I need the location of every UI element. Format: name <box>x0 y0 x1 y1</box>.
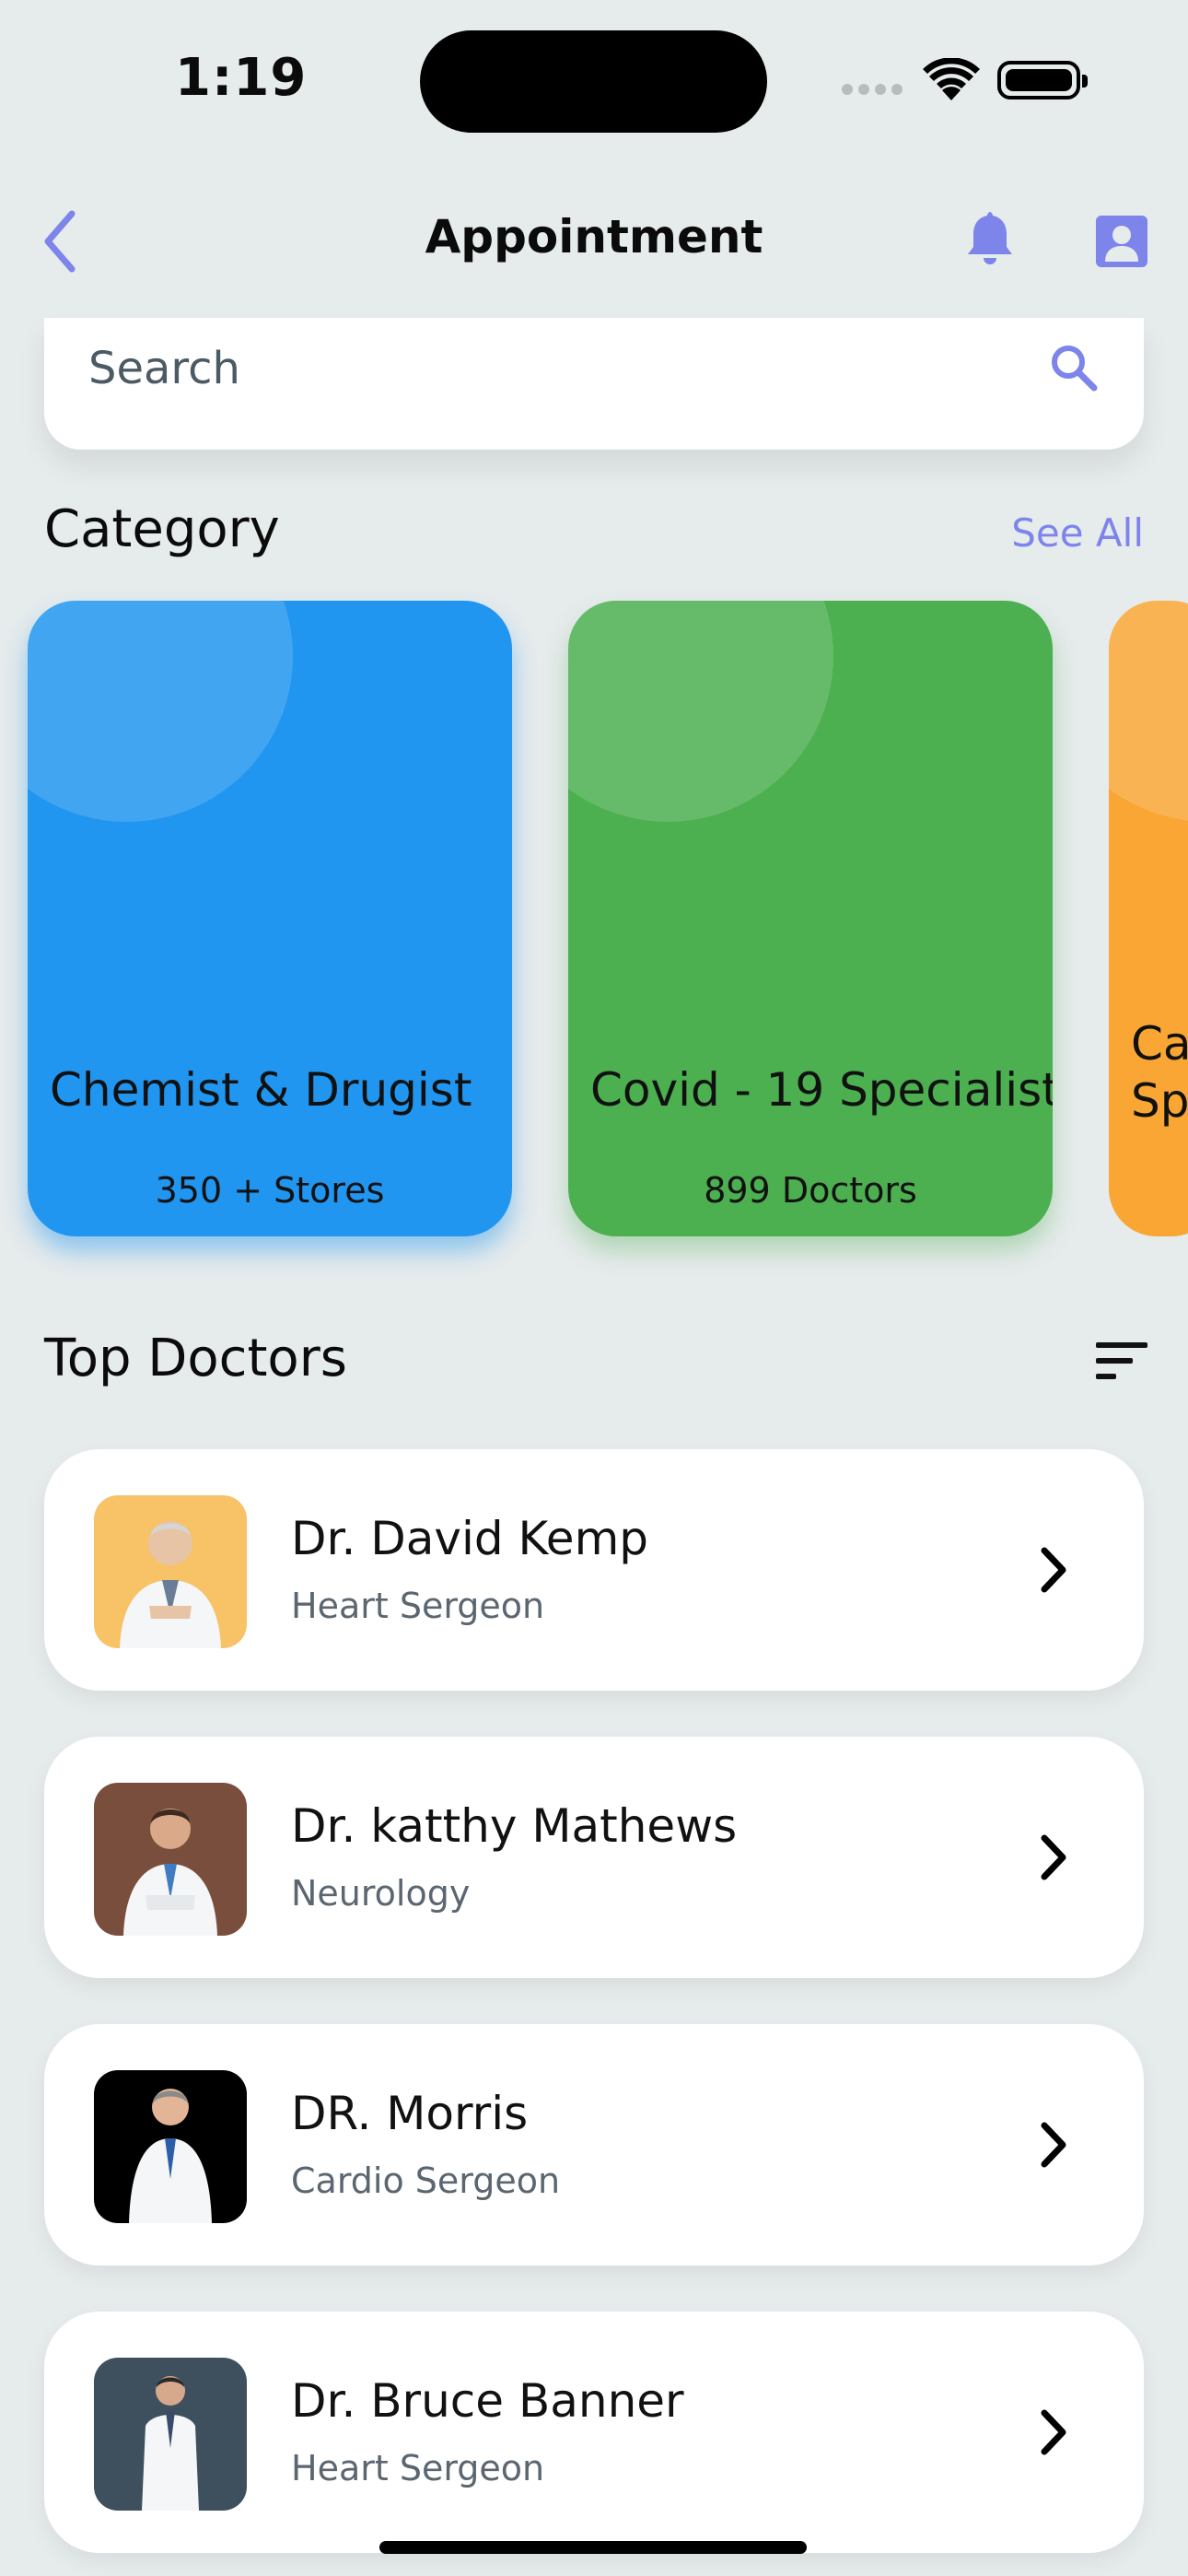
doctor-avatar <box>94 1495 247 1648</box>
category-card-name: Ca Sp <box>1131 1015 1188 1130</box>
doctor-card[interactable]: Dr. Bruce Banner Heart Sergeon <box>44 2312 1144 2553</box>
doctor-card[interactable]: Dr. katthy Mathews Neurology <box>44 1737 1144 1978</box>
doctor-card[interactable]: Dr. David Kemp Heart Sergeon <box>44 1449 1144 1691</box>
category-card-name-line2: Sp <box>1131 1074 1188 1128</box>
chevron-right-icon[interactable] <box>1035 2120 1072 2170</box>
doctor-name: DR. Morris <box>291 2087 529 2140</box>
card-decoration <box>1109 601 1188 822</box>
search-icon[interactable] <box>1046 340 1101 395</box>
doctor-specialty: Heart Sergeon <box>291 2448 545 2488</box>
cellular-signal-icon <box>842 81 908 99</box>
doctor-avatar <box>94 2358 247 2511</box>
doctor-card[interactable]: DR. Morris Cardio Sergeon <box>44 2024 1144 2266</box>
doctor-specialty: Neurology <box>291 1873 471 1914</box>
category-card-chemist[interactable]: Chemist & Drugist 350 + Stores <box>28 601 512 1236</box>
card-decoration <box>568 601 833 822</box>
doctor-photo-icon <box>123 1809 217 1936</box>
search-input[interactable]: Search <box>88 318 240 419</box>
doctor-photo-icon <box>129 2089 212 2223</box>
doctor-avatar <box>94 1783 247 1936</box>
doctor-specialty: Heart Sergeon <box>291 1586 545 1626</box>
category-card-name: Covid - 19 Specialist <box>590 1063 1053 1117</box>
doctor-name: Dr. Bruce Banner <box>291 2374 684 2428</box>
category-card-name: Chemist & Drugist <box>50 1063 472 1117</box>
status-bar: 1:19 <box>0 0 1188 157</box>
card-decoration <box>28 601 293 822</box>
top-doctors-title: Top Doctors <box>44 1329 347 1388</box>
chevron-right-icon[interactable] <box>1035 2407 1072 2457</box>
category-card-covid[interactable]: Covid - 19 Specialist 899 Doctors <box>568 601 1053 1236</box>
wifi-icon <box>923 58 980 100</box>
home-indicator[interactable] <box>379 2541 807 2554</box>
doctor-photo-icon <box>142 2376 199 2511</box>
category-card-count: 899 Doctors <box>704 1170 917 1211</box>
status-time: 1:19 <box>175 48 308 108</box>
dynamic-island <box>420 30 767 133</box>
chevron-right-icon[interactable] <box>1035 1832 1072 1882</box>
doctor-specialty: Cardio Sergeon <box>291 2160 561 2201</box>
category-title: Category <box>44 499 280 559</box>
doctor-avatar <box>94 2070 247 2223</box>
profile-icon[interactable] <box>1096 216 1147 267</box>
doctor-name: Dr. katthy Mathews <box>291 1799 738 1853</box>
see-all-link[interactable]: See All <box>1011 510 1144 556</box>
search-bar[interactable]: Search <box>44 318 1144 450</box>
category-card-count: 350 + Stores <box>155 1170 385 1211</box>
battery-icon <box>997 61 1088 100</box>
sort-filter-icon[interactable] <box>1096 1341 1147 1381</box>
category-card-name-line1: Ca <box>1131 1017 1188 1071</box>
doctor-photo-icon <box>120 1521 221 1648</box>
doctor-name: Dr. David Kemp <box>291 1512 649 1565</box>
notification-bell-icon[interactable] <box>958 206 1022 271</box>
chevron-right-icon[interactable] <box>1035 1545 1072 1595</box>
category-card-partial[interactable]: Ca Sp <box>1109 601 1188 1236</box>
